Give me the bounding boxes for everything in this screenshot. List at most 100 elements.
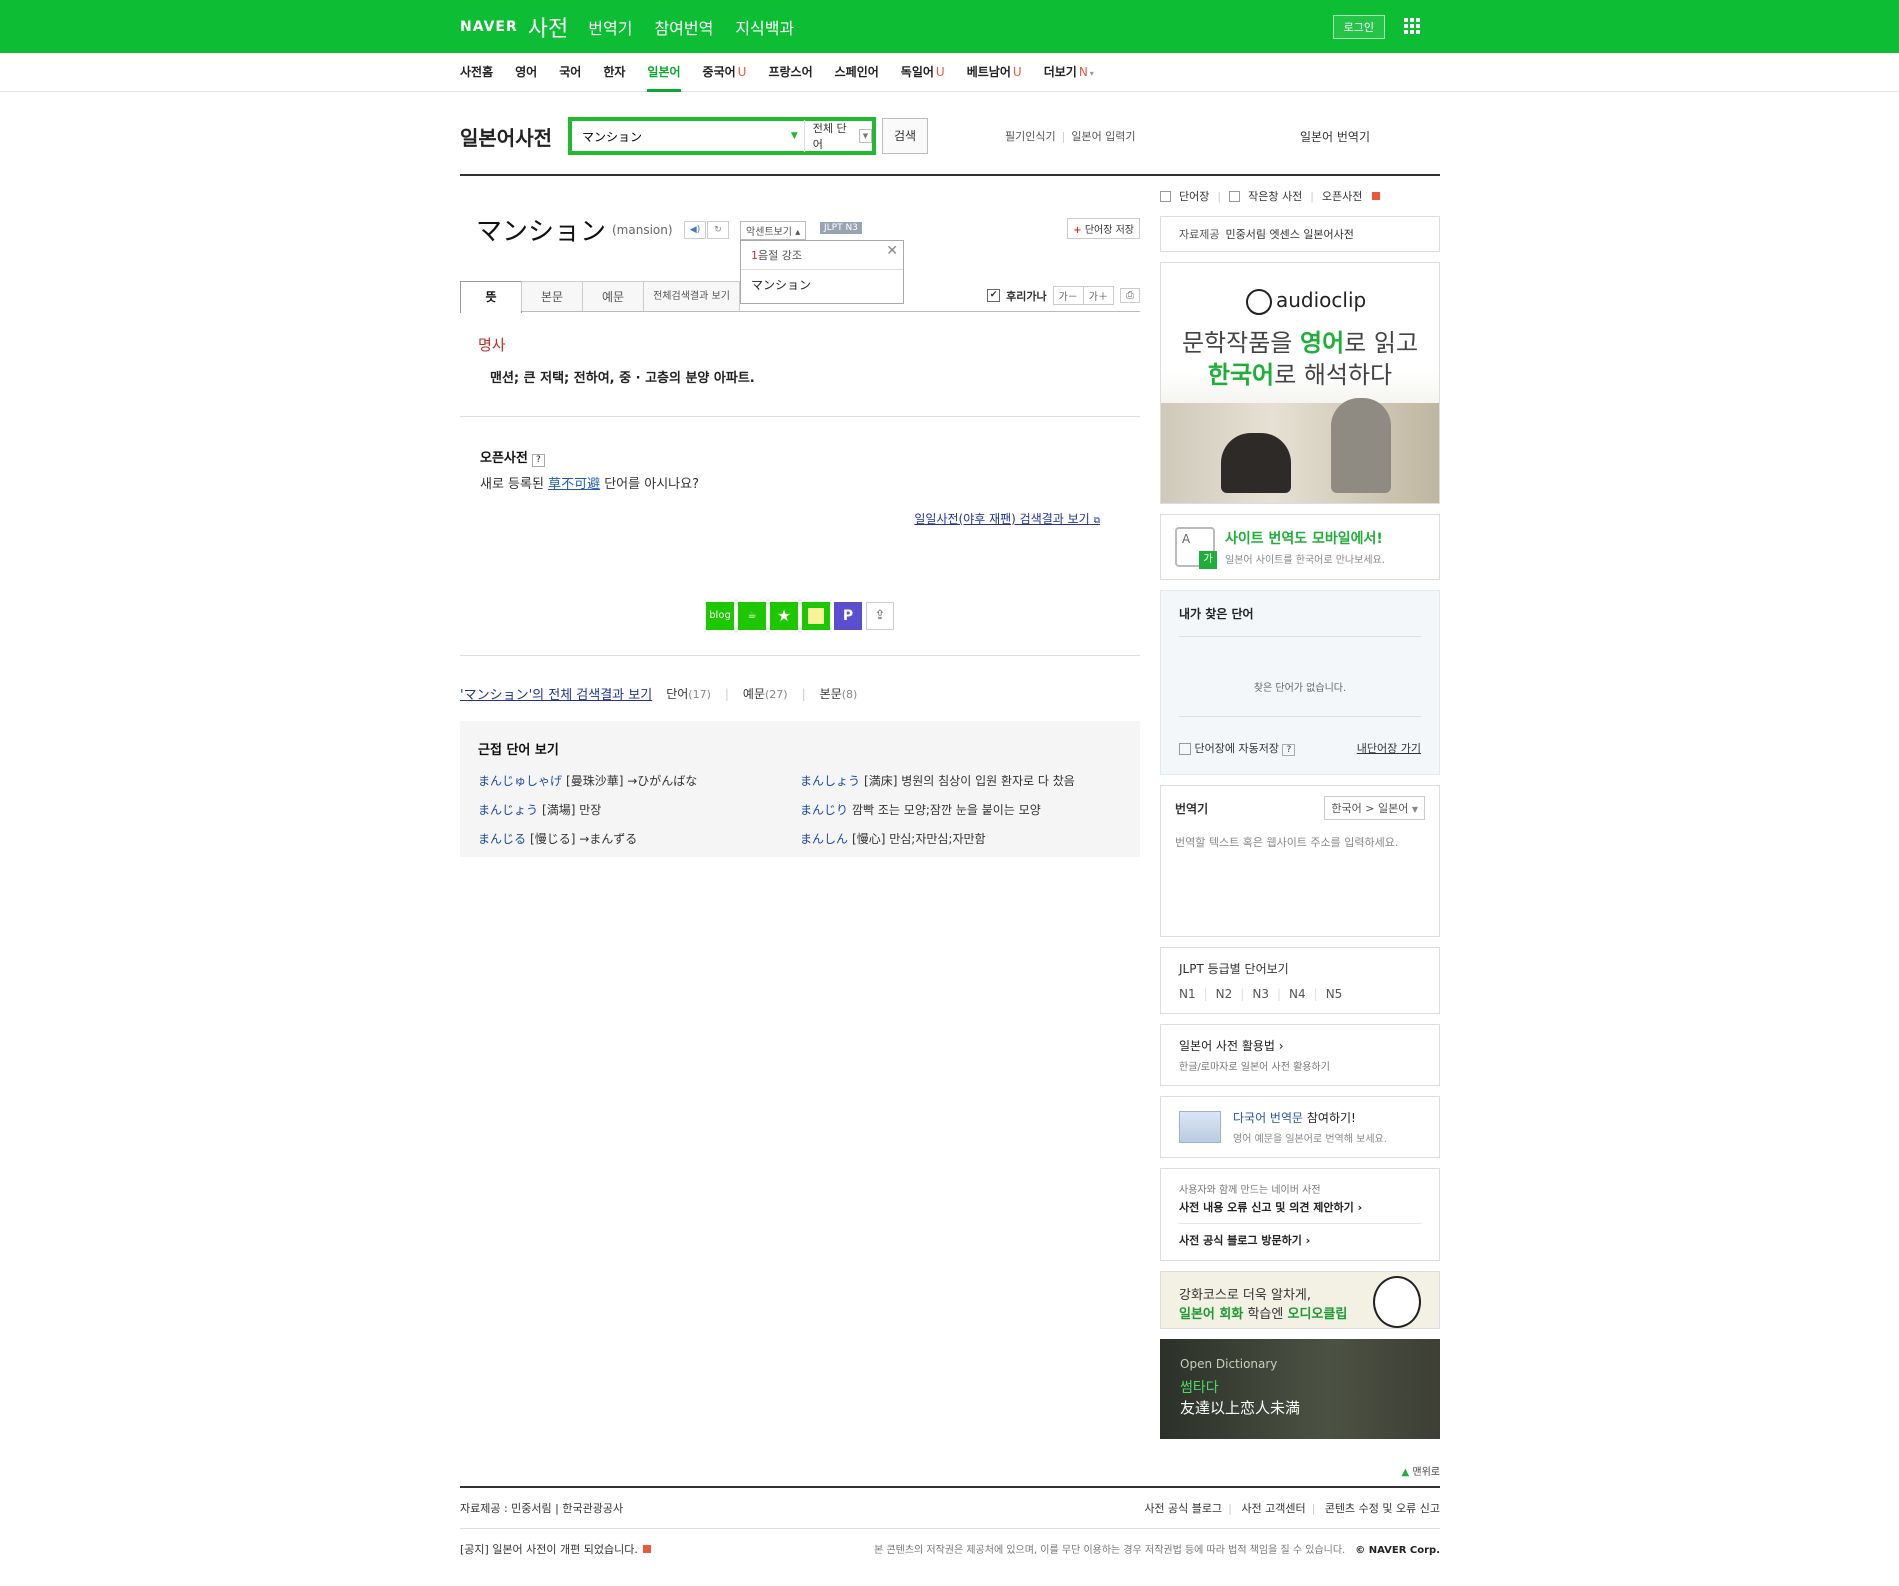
near-word-link[interactable]: まんじり — [800, 803, 848, 817]
repeat-icon[interactable]: ↻ — [707, 221, 729, 239]
jlpt-badge: JLPT N3 — [820, 222, 862, 234]
dictionary-tab-bar: 사전홈 영어 국어 한자 일본어 중국어 U 프랑스어 스페인어 독일어 U 베트남… — [0, 53, 1899, 92]
share-buttons: blog ☕ ★ P ⇪ — [460, 602, 1140, 630]
app-grid-icon[interactable] — [1404, 18, 1420, 34]
jlpt-level-n4[interactable]: N4 — [1289, 987, 1306, 1001]
near-word-link[interactable]: まんじる — [478, 832, 526, 846]
official-blog-link[interactable]: 사전 공식 블로그 방문하기 › — [1179, 1232, 1421, 1248]
dictionary-guide-box[interactable]: 일본어 사전 활용법 › 한글/로마자로 일본어 사전 활용하기 — [1160, 1024, 1440, 1086]
audioclip-logo: audioclip — [1246, 288, 1366, 315]
gnb-link-translator[interactable]: 번역기 — [588, 15, 632, 39]
open-dictionary-banner[interactable]: Open Dictionary 썸타다 友達以上恋人未満 — [1160, 1339, 1440, 1439]
searched-words-title: 내가 찾은 단어 — [1179, 605, 1421, 637]
audioclip-course-banner[interactable]: 강화코스로 더욱 알차게, 일본어 회화 학습엔 오디오클립 — [1160, 1271, 1440, 1329]
japanese-translator-link[interactable]: 일본어 번역기 — [1300, 128, 1370, 145]
back-to-top-link[interactable]: ▲ 맨위로 — [460, 1463, 1440, 1488]
lnb-item-french[interactable]: 프랑스어 — [768, 53, 812, 91]
footer-report-link[interactable]: 콘텐츠 수정 및 오류 신고 — [1325, 1502, 1440, 1515]
post-share-icon[interactable]: P — [834, 602, 862, 630]
notice-link[interactable]: [공지] 일본어 사전이 개편 되었습니다. — [460, 1541, 652, 1557]
open-dict-link[interactable]: 오픈사전 — [1322, 188, 1362, 204]
memo-share-icon[interactable] — [802, 602, 830, 630]
naver-logo[interactable]: NAVER — [460, 19, 518, 35]
search-input[interactable] — [572, 128, 791, 144]
auto-save-option[interactable]: 단어장에 자동저장 ? — [1179, 740, 1296, 756]
login-button[interactable]: 로그인 — [1332, 15, 1385, 39]
jlpt-title: JLPT 등급별 단어보기 — [1179, 962, 1289, 976]
update-badge: U — [737, 65, 747, 79]
blog-share-icon[interactable]: blog — [706, 602, 734, 630]
mobile-translate-banner[interactable]: A가 사이트 번역도 모바일에서! 일본어 사이트를 한국어로 만나보세요. — [1160, 514, 1440, 580]
multilingual-translation-banner[interactable]: 다국어 번역문 참여하기! 영어 예문을 일본어로 번역해 보세요. — [1160, 1096, 1440, 1158]
yahoo-results-link[interactable]: 일일사전(야후 재팬) 검색결과 보기 ⧉ — [480, 510, 1120, 527]
speaker-icon[interactable]: ◀) — [684, 221, 706, 239]
footer-blog-link[interactable]: 사전 공식 블로그 — [1144, 1502, 1222, 1515]
lnb-item-home[interactable]: 사전홈 — [460, 53, 493, 91]
jlpt-level-n5[interactable]: N5 — [1326, 987, 1343, 1001]
tab-all-results[interactable]: 전체검색결과 보기 — [643, 281, 740, 311]
source-info: 자료제공 민중서림 엣센스 일본어사전 — [1160, 216, 1440, 252]
bookmark-star-icon[interactable]: ★ — [770, 602, 798, 630]
translator-widget: 번역기 한국어 > 일본어 ▼ 번역할 텍스트 혹은 웹사이트 주소를 입력하세요… — [1160, 785, 1440, 937]
audioclip-banner[interactable]: audioclip 문학작품을 영어로 읽고 한국어로 해석하다 — [1160, 262, 1440, 504]
results-example-link[interactable]: 예문(27) — [743, 685, 788, 702]
near-word-link[interactable]: まんしょう — [800, 774, 860, 788]
accent-view-button[interactable]: 악센트보기 ▴ — [740, 221, 807, 240]
gnb-link-encyclopedia[interactable]: 지식백과 — [735, 15, 794, 39]
results-body-link[interactable]: 본문(8) — [820, 685, 858, 702]
near-word-link[interactable]: まんじゅしゃげ — [478, 774, 562, 788]
ime-link[interactable]: 일본어 입력기 — [1071, 130, 1135, 143]
search-scope-select[interactable]: 전체 단어 ▼ — [803, 120, 872, 152]
footer-support-link[interactable]: 사전 고객센터 — [1241, 1502, 1305, 1515]
dictionary-home-link[interactable]: 사전 — [528, 11, 568, 43]
page-title: 일본어사전 — [460, 126, 552, 150]
cafe-share-icon[interactable]: ☕ — [738, 602, 766, 630]
plus-icon: + — [1073, 225, 1082, 236]
gnb-link-participation[interactable]: 참여번역 — [654, 15, 713, 39]
font-decrease-button[interactable]: 가－ — [1052, 286, 1084, 305]
lnb-item-more[interactable]: 더보기 N ▾ — [1044, 53, 1094, 91]
search-button[interactable]: 검색 — [882, 118, 928, 154]
wordbook-link[interactable]: 단어장 — [1179, 188, 1209, 204]
all-results-link[interactable]: 'マンション'의 전체 검색결과 보기 — [460, 684, 652, 703]
near-word-link[interactable]: まんしん — [800, 832, 848, 846]
lnb-item-chinese[interactable]: 중국어 U — [703, 53, 747, 91]
save-word-button[interactable]: + 단어장 저장 — [1067, 218, 1140, 239]
font-increase-button[interactable]: 가＋ — [1082, 286, 1114, 305]
furigana-checkbox[interactable]: ✔ — [987, 289, 1001, 302]
tab-body[interactable]: 본문 — [521, 281, 583, 311]
open-dict-word-link[interactable]: 草不可避 — [548, 477, 600, 492]
lnb-item-japanese[interactable]: 일본어 — [647, 53, 681, 92]
mini-dict-link[interactable]: 작은창 사전 — [1248, 188, 1302, 204]
results-word-link[interactable]: 단어(17) — [666, 685, 711, 702]
jlpt-level-n3[interactable]: N3 — [1252, 987, 1269, 1001]
handwriting-link[interactable]: 필기인식기 — [1005, 130, 1056, 143]
lnb-item-spanish[interactable]: 스페인어 — [835, 53, 879, 91]
lnb-item-hanja[interactable]: 한자 — [603, 53, 625, 91]
print-icon[interactable]: ⎙ — [1120, 288, 1140, 303]
jlpt-level-n2[interactable]: N2 — [1216, 987, 1233, 1001]
autocomplete-toggle-icon[interactable]: ▼ — [791, 131, 798, 141]
my-wordbook-link[interactable]: 내단어장 가기 — [1357, 740, 1421, 756]
tab-meaning[interactable]: 뜻 — [460, 281, 522, 313]
open-dict-title: 오픈사전? — [480, 447, 1120, 467]
report-error-link[interactable]: 사전 내용 오류 신고 및 의견 제안하기 › — [1179, 1199, 1421, 1224]
lnb-item-vietnamese[interactable]: 베트남어 U — [967, 53, 1022, 91]
lnb-item-german[interactable]: 독일어 U — [901, 53, 945, 91]
close-icon[interactable]: ✕ — [886, 243, 898, 259]
accent-legend: 1음절 강조 — [741, 241, 903, 270]
share-icon[interactable]: ⇪ — [866, 602, 894, 630]
jlpt-level-n1[interactable]: N1 — [1179, 987, 1196, 1001]
language-pair-select[interactable]: 한국어 > 일본어 ▼ — [1324, 796, 1425, 820]
auto-save-checkbox[interactable] — [1179, 743, 1191, 755]
chevron-up-icon: ▴ — [795, 227, 801, 238]
tab-examples[interactable]: 예문 — [582, 281, 644, 311]
lnb-item-english[interactable]: 영어 — [515, 53, 537, 91]
near-words-title: 근접 단어 보기 — [478, 743, 559, 758]
lnb-item-korean[interactable]: 국어 — [559, 53, 581, 91]
translator-input[interactable]: 번역할 텍스트 혹은 웹사이트 주소를 입력하세요. — [1175, 834, 1425, 850]
help-icon[interactable]: ? — [1282, 744, 1296, 756]
near-word-link[interactable]: まんじょう — [478, 803, 538, 817]
help-icon[interactable]: ? — [531, 454, 545, 467]
near-words-section: 근접 단어 보기 まんじゅしゃげ [曼珠沙華] →ひがんばな まんしょう [満床] … — [460, 721, 1140, 857]
